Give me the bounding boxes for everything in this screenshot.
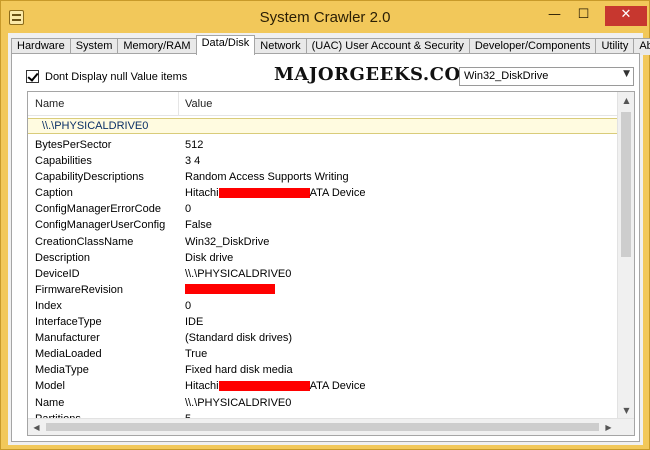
- null-values-label: Dont Display null Value items: [45, 70, 188, 83]
- property-value: 0: [185, 203, 192, 216]
- chevron-down-icon[interactable]: ▼: [623, 69, 630, 79]
- minimize-button[interactable]: —: [541, 6, 568, 26]
- property-name: CapabilityDescriptions: [35, 171, 144, 184]
- table-row[interactable]: FirmwareRevision: [28, 283, 618, 299]
- property-name: ConfigManagerErrorCode: [35, 203, 161, 216]
- table-row[interactable]: Capabilities 3 4: [28, 154, 618, 170]
- null-values-toggle[interactable]: Dont Display null Value items: [26, 70, 187, 83]
- redaction-bar: [218, 188, 310, 199]
- property-name: Capabilities: [35, 155, 92, 168]
- table-row[interactable]: ConfigManagerErrorCode 0: [28, 202, 618, 218]
- table-row[interactable]: CapabilityDescriptions Random Access Supp…: [28, 170, 618, 186]
- redaction-bar: [218, 381, 310, 392]
- property-name: ConfigManagerUserConfig: [35, 219, 166, 232]
- property-rows: BytesPerSector 512 Capabilities 3 4 Capabili…: [28, 138, 618, 428]
- group-header[interactable]: \\.\PHYSICALDRIVE0: [28, 118, 618, 134]
- data-disk-panel: Dont Display null Value items MAJORGEEKS…: [11, 53, 640, 442]
- tab-strip: Hardware System Memory/RAM Data/Disk Net…: [11, 35, 650, 55]
- vertical-scroll-thumb[interactable]: [621, 112, 631, 257]
- table-row[interactable]: Model Hitachi ATA Device: [28, 379, 618, 395]
- property-name: Description: [35, 251, 91, 264]
- property-name: MediaType: [35, 364, 89, 377]
- table-row[interactable]: InterfaceType IDE: [28, 315, 618, 331]
- table-row[interactable]: Caption Hitachi ATA Device: [28, 186, 618, 202]
- property-value: [185, 283, 275, 294]
- tab-data-disk[interactable]: Data/Disk: [195, 35, 256, 55]
- app-window: System Crawler 2.0 — ☐ ✕ Hardware System…: [0, 0, 650, 450]
- maximize-button[interactable]: ☐: [570, 6, 597, 26]
- table-row[interactable]: DeviceID \\.\PHYSICALDRIVE0: [28, 267, 618, 283]
- client-area: Hardware System Memory/RAM Data/Disk Net…: [8, 33, 650, 445]
- table-row[interactable]: CreationClassName Win32_DiskDrive: [28, 235, 618, 251]
- close-button[interactable]: ✕: [605, 6, 647, 26]
- property-name: BytesPerSector: [35, 139, 112, 151]
- value-suffix: ATA Device: [309, 187, 366, 200]
- title-bar[interactable]: System Crawler 2.0 — ☐ ✕: [1, 1, 649, 33]
- null-values-checkbox[interactable]: [26, 70, 39, 83]
- property-value: (Standard disk drives): [185, 332, 292, 345]
- property-name: Manufacturer: [35, 332, 100, 345]
- property-name: Index: [35, 299, 62, 312]
- scroll-right-icon[interactable]: ▶: [600, 419, 617, 435]
- property-value: IDE: [185, 316, 204, 329]
- property-value: Hitachi ATA Device: [185, 380, 365, 392]
- table-row[interactable]: MediaType Fixed hard disk media: [28, 363, 618, 379]
- wmi-class-value: Win32_DiskDrive: [464, 70, 549, 82]
- table-row[interactable]: BytesPerSector 512: [28, 138, 618, 154]
- scroll-down-icon[interactable]: ▼: [618, 402, 634, 419]
- table-row[interactable]: Index 0: [28, 299, 618, 315]
- property-name: FirmwareRevision: [35, 283, 124, 296]
- value-prefix: Hitachi: [185, 380, 219, 393]
- horizontal-scrollbar[interactable]: ◀ ▶: [28, 418, 634, 435]
- wmi-class-select[interactable]: Win32_DiskDrive ▼: [459, 67, 634, 86]
- property-value: 3 4: [185, 155, 201, 168]
- brand-watermark: MAJORGEEKS.COM: [274, 64, 482, 85]
- table-row[interactable]: Manufacturer (Standard disk drives): [28, 331, 618, 347]
- property-value: True: [185, 348, 208, 361]
- column-header-value[interactable]: Value: [185, 98, 212, 110]
- table-row[interactable]: Name \\.\PHYSICALDRIVE0: [28, 396, 618, 412]
- scroll-up-icon[interactable]: ▲: [618, 92, 634, 109]
- property-value: Fixed hard disk media: [185, 364, 293, 377]
- property-value: Win32_DiskDrive: [185, 235, 270, 248]
- property-name: InterfaceType: [35, 316, 102, 329]
- property-value: \\.\PHYSICALDRIVE0: [185, 396, 292, 409]
- value-prefix: Hitachi: [185, 187, 219, 200]
- value-suffix: ATA Device: [309, 380, 366, 393]
- property-name: MediaLoaded: [35, 348, 102, 361]
- scroll-left-icon[interactable]: ◀: [28, 419, 45, 435]
- property-value: Disk drive: [185, 251, 234, 264]
- property-value: \\.\PHYSICALDRIVE0: [185, 267, 292, 280]
- horizontal-scroll-thumb[interactable]: [46, 423, 599, 431]
- property-list[interactable]: Name Value \\.\PHYSICALDRIVE0 BytesPerSe…: [27, 91, 635, 436]
- property-name: Name: [35, 396, 65, 409]
- property-value: Hitachi ATA Device: [185, 187, 365, 199]
- property-value: False: [185, 219, 212, 232]
- property-name: Model: [35, 380, 65, 393]
- vertical-scrollbar[interactable]: ▲ ▼: [617, 92, 634, 419]
- group-label: \\.\PHYSICALDRIVE0: [42, 120, 149, 132]
- property-value: 0: [185, 299, 192, 312]
- property-name: CreationClassName: [35, 235, 134, 248]
- redaction-bar: [185, 283, 275, 294]
- column-header-name[interactable]: Name: [35, 98, 64, 110]
- property-value: Random Access Supports Writing: [185, 171, 349, 184]
- column-divider[interactable]: [178, 92, 179, 116]
- property-value: 512: [185, 139, 204, 151]
- list-header: Name Value: [28, 92, 618, 116]
- table-row[interactable]: ConfigManagerUserConfig False: [28, 218, 618, 234]
- table-row[interactable]: MediaLoaded True: [28, 347, 618, 363]
- table-row[interactable]: Description Disk drive: [28, 251, 618, 267]
- property-name: Caption: [35, 187, 73, 200]
- property-name: DeviceID: [35, 267, 80, 280]
